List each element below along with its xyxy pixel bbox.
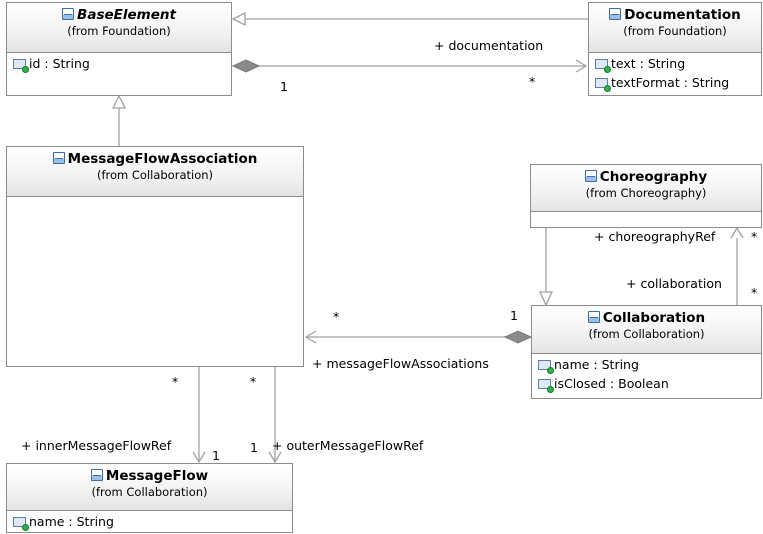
class-header: Choreography (from Choreography) [531, 165, 761, 212]
attribute-compartment: name : String [7, 511, 292, 531]
class-documentation[interactable]: Documentation (from Foundation) text : S… [588, 2, 762, 96]
class-icon [609, 8, 622, 20]
class-icon [90, 469, 103, 481]
generalization-arrowhead-choreography [538, 291, 554, 307]
class-header: Collaboration (from Collaboration) [532, 306, 761, 354]
class-name: MessageFlowAssociation [67, 151, 258, 167]
composition-diamond-collaboration [503, 330, 533, 344]
association-choreography-ref-arrowhead [730, 226, 744, 239]
attribute-icon [13, 517, 29, 531]
class-icon [584, 170, 597, 182]
attribute-label: id : String [29, 56, 90, 71]
class-choreography[interactable]: Choreography (from Choreography) [530, 164, 762, 228]
attribute-row[interactable]: name : String [7, 512, 292, 531]
class-name: Collaboration [602, 310, 706, 326]
attribute-row[interactable]: textFormat : String [589, 73, 761, 92]
attribute-icon [595, 78, 611, 92]
generalization-arrowhead-baseelement [231, 11, 246, 27]
class-message-flow-association[interactable]: MessageFlowAssociation (from Collaborati… [6, 146, 304, 367]
class-package: (from Collaboration) [96, 168, 214, 182]
generalization-arrowhead-mfa [111, 94, 127, 109]
multiplicity-documentation-source: 1 [280, 79, 288, 94]
class-message-flow[interactable]: MessageFlow (from Collaboration) name : … [6, 463, 293, 533]
multiplicity-collaboration: * [751, 285, 758, 300]
attribute-label: name : String [29, 514, 114, 529]
attribute-label: isClosed : Boolean [554, 376, 669, 391]
class-header: MessageFlow (from Collaboration) [7, 464, 292, 511]
class-header: Documentation (from Foundation) [589, 3, 761, 53]
multiplicity-choreography-ref: * [751, 229, 758, 244]
class-package: (from Choreography) [585, 186, 707, 200]
class-package: (from Collaboration) [588, 327, 705, 341]
attribute-icon [595, 59, 611, 73]
attribute-row[interactable]: text : String [589, 54, 761, 73]
attribute-label: name : String [554, 357, 639, 372]
class-icon [62, 8, 75, 20]
role-label-message-flow-associations: + messageFlowAssociations [312, 356, 489, 371]
class-name: Choreography [599, 169, 708, 185]
multiplicity-documentation-target: * [529, 74, 536, 89]
class-package: (from Foundation) [67, 24, 171, 38]
role-label-outer-message-flow-ref: + outerMessageFlowRef [272, 438, 424, 453]
multiplicity-inner-target: 1 [212, 448, 220, 463]
role-label-collaboration: + collaboration [626, 276, 722, 291]
attribute-compartment: text : String textFormat : String [589, 53, 761, 92]
attribute-label: textFormat : String [611, 75, 730, 90]
attribute-compartment: id : String [7, 53, 231, 73]
class-package: (from Foundation) [623, 24, 727, 38]
class-icon [52, 152, 65, 164]
role-label-documentation: + documentation [434, 38, 544, 53]
attribute-icon [13, 59, 29, 73]
class-header: MessageFlowAssociation (from Collaborati… [7, 147, 303, 197]
multiplicity-outer-target: 1 [250, 440, 258, 455]
attribute-compartment: name : String isClosed : Boolean [532, 354, 761, 393]
multiplicity-mfa-target: * [333, 309, 340, 324]
attribute-row[interactable]: isClosed : Boolean [532, 374, 761, 393]
multiplicity-outer-source: * [250, 374, 257, 389]
attribute-label: text : String [611, 56, 686, 71]
class-name: MessageFlow [105, 468, 209, 484]
attribute-icon [538, 360, 554, 374]
class-name: BaseElement [77, 7, 176, 23]
attribute-row[interactable]: name : String [532, 355, 761, 374]
class-name: Documentation [624, 7, 741, 23]
multiplicity-inner-source: * [172, 374, 179, 389]
composition-diamond-baseelement [231, 59, 261, 73]
role-label-choreography-ref: + choreographyRef [594, 229, 716, 244]
class-icon [587, 311, 600, 323]
class-collaboration[interactable]: Collaboration (from Collaboration) name … [531, 305, 762, 399]
role-label-inner-message-flow-ref: + innerMessageFlowRef [21, 438, 172, 453]
class-header: BaseElement (from Foundation) [7, 3, 231, 53]
multiplicity-mfa-source: 1 [510, 308, 518, 323]
attribute-row[interactable]: id : String [7, 54, 231, 73]
class-package: (from Collaboration) [91, 485, 208, 499]
attribute-icon [538, 379, 554, 393]
class-base-element[interactable]: BaseElement (from Foundation) id : Strin… [6, 2, 232, 96]
